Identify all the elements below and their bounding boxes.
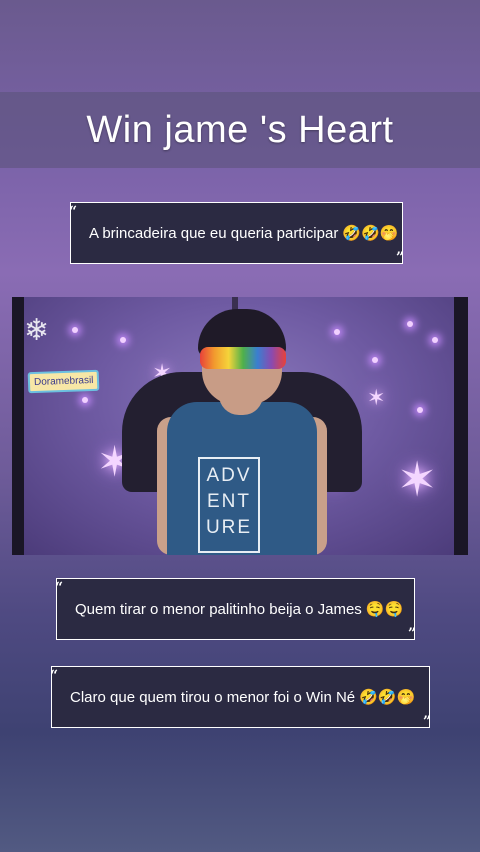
caption-box-2: “ Quem tirar o menor palitinho beija o J…	[55, 578, 416, 642]
caption-box-3: “ Claro que quem tirou o menor foi o Win…	[50, 666, 431, 730]
snowflake-icon: ❄	[24, 314, 50, 347]
video-frame[interactable]: ✶ ✶ ✶ ✶ ✶ ADV ENT URE ❄ Doramebrasil	[12, 297, 468, 555]
shirt-line-3: URE	[205, 517, 253, 538]
open-quote-icon: “	[69, 204, 78, 220]
light-dot	[407, 321, 413, 327]
light-dot	[417, 407, 423, 413]
page-title: Win jame 's Heart	[86, 108, 394, 151]
star-light-icon: ✶	[367, 385, 386, 410]
light-dot	[334, 329, 340, 335]
close-quote-icon: ”	[422, 714, 431, 730]
caption-text-1: A brincadeira que eu queria participar	[89, 224, 339, 242]
rainbow-blindfold	[200, 347, 286, 369]
caption-emoji-1: 🤣🤣🤭	[342, 224, 399, 242]
caption-emoji-3: 🤣🤣🤭	[359, 688, 416, 706]
letterbox-right	[454, 297, 468, 555]
open-quote-icon: “	[55, 580, 64, 596]
light-dot	[372, 357, 378, 363]
light-dot	[432, 337, 438, 343]
shirt-line-1: ADV	[206, 465, 252, 486]
caption-text-3: Claro que quem tirou o menor foi o Win N…	[70, 688, 356, 706]
title-band: Win jame 's Heart	[0, 92, 480, 168]
close-quote-icon: ”	[407, 626, 416, 642]
shirt-print: ADV ENT URE	[198, 457, 260, 553]
watermark-label: Doramebrasil	[27, 369, 100, 394]
light-dot	[82, 397, 88, 403]
caption-box-1: “ A brincadeira que eu queria participar…	[69, 202, 404, 266]
close-quote-icon: ”	[395, 250, 404, 266]
caption-text-2: Quem tirar o menor palitinho beija o Jam…	[75, 600, 362, 618]
light-dot	[72, 327, 78, 333]
letterbox-left	[12, 297, 24, 555]
star-light-icon: ✶	[397, 454, 438, 507]
open-quote-icon: “	[50, 668, 59, 684]
light-dot	[120, 337, 126, 343]
shirt-line-2: ENT	[207, 491, 251, 512]
caption-emoji-2: 🤤🤤	[365, 600, 404, 618]
